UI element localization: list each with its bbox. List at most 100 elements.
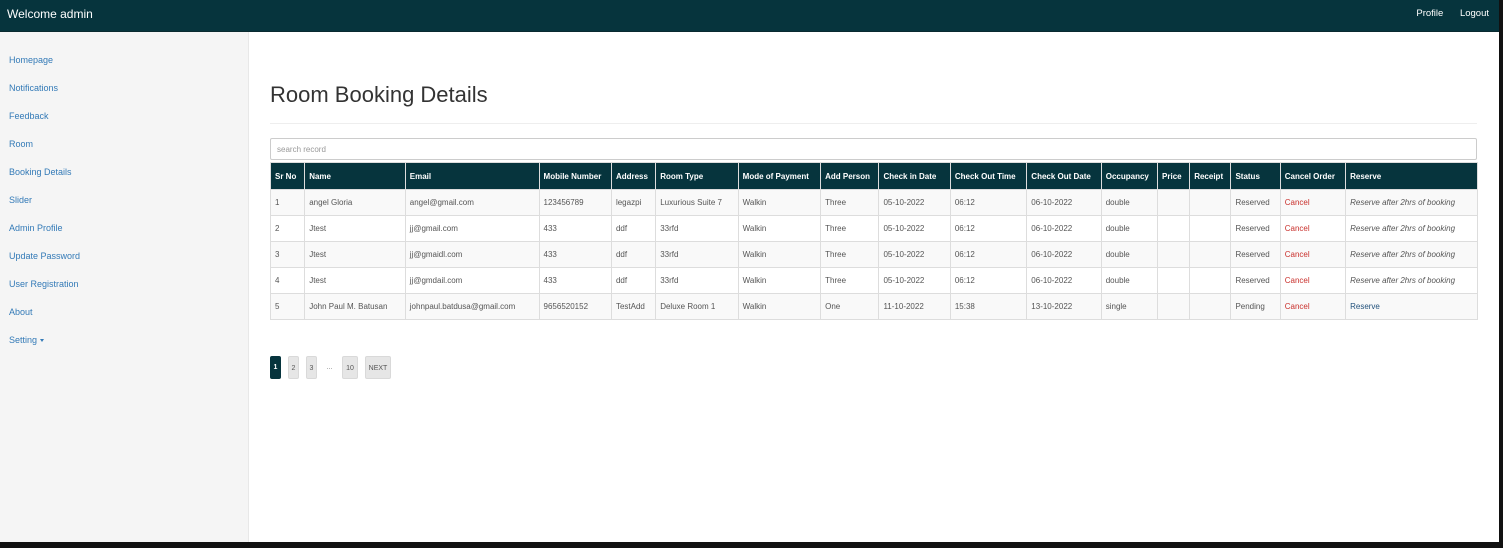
reserve-note: Reserve after 2hrs of booking bbox=[1345, 215, 1478, 242]
cell-address: TestAdd bbox=[610, 293, 657, 320]
sidebar-item-label: Admin Profile bbox=[9, 223, 63, 233]
sidebar-item-label: Slider bbox=[9, 195, 33, 205]
table-row: 5 John Paul M. Batusan johnpaul.batdusa@gm… bbox=[269, 293, 1478, 320]
sidebar-item-setting[interactable]: Setting bbox=[0, 328, 248, 356]
cell-room-type: Luxurious Suite 7 bbox=[655, 189, 739, 216]
cell-check-in-date: 05-10-2022 bbox=[878, 189, 951, 216]
cell-payment: Walkin bbox=[737, 241, 822, 268]
cancel-link[interactable]: Cancel bbox=[1279, 215, 1347, 242]
column-header: Room Type bbox=[655, 162, 739, 190]
cell-occupancy: double bbox=[1100, 189, 1159, 216]
column-header: Add Person bbox=[820, 162, 880, 190]
cell-add-person: Three bbox=[820, 215, 880, 242]
sidebar-item-homepage[interactable]: Homepage bbox=[0, 48, 248, 76]
cell-address: legazpi bbox=[610, 189, 657, 216]
search-input[interactable] bbox=[270, 138, 1477, 160]
cell-status: Pending bbox=[1230, 293, 1281, 320]
reserve-note: Reserve after 2hrs of booking bbox=[1345, 267, 1478, 294]
cell-status: Reserved bbox=[1230, 241, 1281, 268]
cell-price bbox=[1157, 241, 1191, 268]
cell-check-in-date: 05-10-2022 bbox=[878, 215, 951, 242]
table-row: 4 Jtest jj@gmdail.com 433 ddf 33rfd Walkin Thre… bbox=[269, 267, 1478, 294]
cell-price bbox=[1157, 293, 1191, 320]
reserve-note: Reserve after 2hrs of booking bbox=[1345, 189, 1478, 216]
cancel-link[interactable]: Cancel bbox=[1279, 293, 1347, 320]
sidebar-item-label: Feedback bbox=[9, 111, 49, 121]
reserve-link[interactable]: Reserve bbox=[1345, 293, 1478, 320]
cell-check-out-date: 06-10-2022 bbox=[1026, 189, 1102, 216]
cell-add-person: Three bbox=[820, 267, 880, 294]
cell-status: Reserved bbox=[1230, 267, 1281, 294]
cell-receipt bbox=[1189, 293, 1232, 320]
column-header: Status bbox=[1230, 162, 1281, 190]
sidebar-item-slider[interactable]: Slider bbox=[0, 188, 248, 216]
page-title: Room Booking Details bbox=[270, 82, 488, 107]
cell-address: ddf bbox=[610, 267, 657, 294]
window-edge-right bbox=[1499, 0, 1503, 548]
sidebar-item-label: About bbox=[9, 307, 33, 317]
sidebar-item-label: Update Password bbox=[9, 251, 81, 261]
sidebar-item-about[interactable]: About bbox=[0, 300, 248, 328]
cancel-link[interactable]: Cancel bbox=[1279, 267, 1347, 294]
cell-payment: Walkin bbox=[737, 267, 822, 294]
column-header: Check Out Time bbox=[949, 162, 1028, 190]
sidebar-item-room[interactable]: Room bbox=[0, 132, 248, 160]
cell-price bbox=[1157, 267, 1191, 294]
sidebar-item-update-password[interactable]: Update Password bbox=[0, 244, 248, 272]
cell-email: angel@gmail.com bbox=[404, 189, 540, 216]
cell-status: Reserved bbox=[1230, 189, 1281, 216]
caret-down-icon bbox=[40, 339, 45, 343]
pagination-page[interactable]: 3 bbox=[306, 356, 317, 379]
pagination-page[interactable]: 2 bbox=[288, 356, 299, 379]
cell-status: Reserved bbox=[1230, 215, 1281, 242]
window-edge-bottom bbox=[0, 542, 1503, 548]
sidebar-item-label: Room bbox=[9, 139, 34, 149]
reserve-note: Reserve after 2hrs of booking bbox=[1345, 241, 1478, 268]
cell-room-type: Deluxe Room 1 bbox=[655, 293, 739, 320]
cell-receipt bbox=[1189, 267, 1232, 294]
title-divider bbox=[270, 123, 1477, 124]
top-links: Profile Logout bbox=[1402, 8, 1489, 19]
cancel-link[interactable]: Cancel bbox=[1279, 241, 1347, 268]
column-header: Email bbox=[404, 162, 540, 190]
cell-occupancy: double bbox=[1100, 215, 1159, 242]
cell-mobile: 433 bbox=[538, 241, 612, 268]
logout-link[interactable]: Logout bbox=[1460, 8, 1489, 19]
cell-name: angel Gloria bbox=[304, 189, 406, 216]
pagination-page[interactable]: 1 bbox=[270, 356, 281, 379]
column-header: Check in Date bbox=[878, 162, 951, 190]
cell-check-out-time: 15:38 bbox=[949, 293, 1028, 320]
cell-name: John Paul M. Batusan bbox=[304, 293, 406, 320]
cell-mobile: 433 bbox=[538, 215, 612, 242]
cell-receipt bbox=[1189, 189, 1232, 216]
pagination-page[interactable]: 10 bbox=[342, 356, 358, 379]
cell-check-out-time: 06:12 bbox=[949, 215, 1028, 242]
cell-occupancy: double bbox=[1100, 241, 1159, 268]
sidebar-item-notifications[interactable]: Notifications bbox=[0, 76, 248, 104]
main-content: Room Booking Details Sr NoNameEmailMobil… bbox=[249, 32, 1499, 542]
cell-payment: Walkin bbox=[737, 215, 822, 242]
sidebar-item-booking-details[interactable]: Booking Details bbox=[0, 160, 248, 188]
sidebar-item-user-registration[interactable]: User Registration bbox=[0, 272, 248, 300]
sidebar-item-feedback[interactable]: Feedback bbox=[0, 104, 248, 132]
column-header: Name bbox=[304, 162, 406, 190]
cell-name: Jtest bbox=[304, 267, 406, 294]
sidebar-item-label: User Registration bbox=[9, 279, 79, 289]
cell-check-out-date: 06-10-2022 bbox=[1026, 241, 1102, 268]
cell-sr-no: 2 bbox=[269, 215, 306, 242]
column-header: Cancel Order bbox=[1279, 162, 1347, 190]
column-header: Address bbox=[610, 162, 657, 190]
cell-room-type: 33rfd bbox=[655, 267, 739, 294]
cell-name: Jtest bbox=[304, 241, 406, 268]
column-header: Mode of Payment bbox=[737, 162, 822, 190]
cell-check-in-date: 05-10-2022 bbox=[878, 241, 951, 268]
cell-check-out-date: 13-10-2022 bbox=[1026, 293, 1102, 320]
table-row: 3 Jtest jj@gmaidl.com 433 ddf 33rfd Walkin Thre… bbox=[269, 241, 1478, 268]
profile-link[interactable]: Profile bbox=[1416, 8, 1443, 19]
cell-address: ddf bbox=[610, 241, 657, 268]
sidebar-item-label: Booking Details bbox=[9, 167, 72, 177]
sidebar-item-admin-profile[interactable]: Admin Profile bbox=[0, 216, 248, 244]
column-header: Occupancy bbox=[1100, 162, 1159, 190]
pagination-next[interactable]: NEXT bbox=[365, 356, 391, 379]
cancel-link[interactable]: Cancel bbox=[1279, 189, 1347, 216]
